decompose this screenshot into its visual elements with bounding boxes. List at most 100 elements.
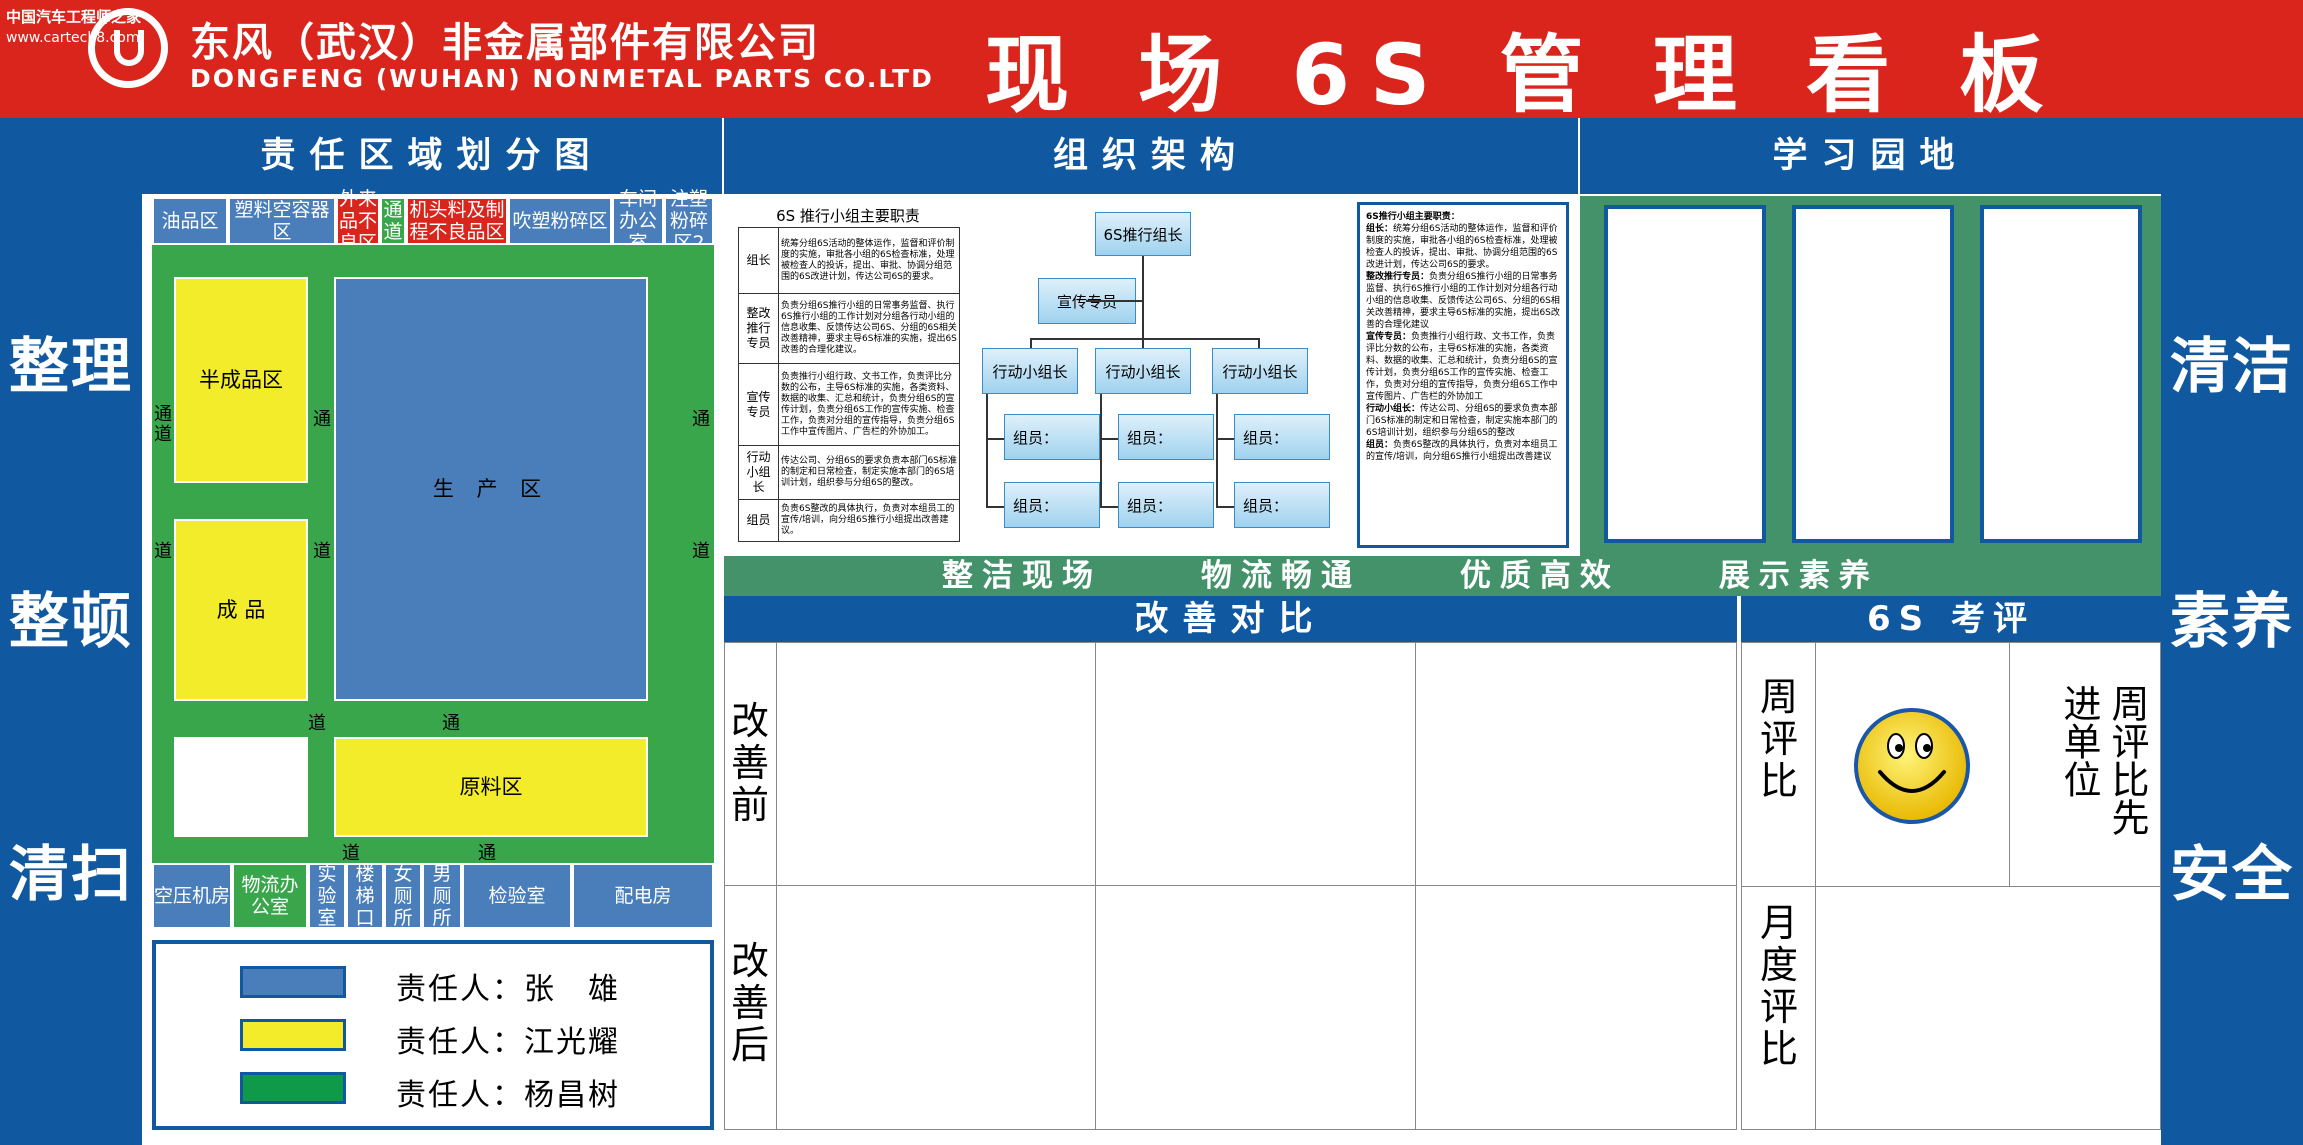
duty-text-para: 整改推行专员：负责分组6S推行小组的日常事务监督、执行6S推行小组的工作计划对分… bbox=[1366, 271, 1560, 331]
left-side-bar: 整理 整顿 清扫 bbox=[0, 118, 142, 1145]
board-title: 现 场 6S 管 理 看 板 bbox=[985, 26, 2064, 124]
side-word-seiri: 整理 bbox=[9, 332, 133, 402]
duty-text-role: 组长： bbox=[1366, 224, 1394, 234]
side-word-seiton: 整顿 bbox=[9, 587, 133, 657]
right-side-bar: 清洁 素养 安全 bbox=[2161, 118, 2303, 1145]
aisle-label-mid-2: 道 bbox=[313, 541, 331, 562]
side-word-safety: 安全 bbox=[2170, 840, 2294, 910]
zone-inspection: 检验室 bbox=[462, 863, 572, 929]
org-action-leader-2: 行动小组长 bbox=[1095, 348, 1191, 394]
eval-weekly-label: 周评比 bbox=[1759, 675, 1798, 803]
section-title-eval: 6S 考评 bbox=[1741, 596, 2161, 642]
duty-text-para: 组员：负责6S整改的具体执行，负责对本组员工的宣传/培训，向分组6S推行小组提出… bbox=[1366, 439, 1560, 463]
org-action-leader-3: 行动小组长 bbox=[1212, 348, 1308, 394]
side-word-seiso: 清扫 bbox=[9, 840, 133, 910]
watermark-url: www.cartech8.com bbox=[6, 30, 140, 46]
section-title-study: 学习园地 bbox=[1580, 118, 2161, 194]
legend-swatch-blue bbox=[240, 966, 346, 998]
table-row: 宣传专员 负责推行小组行政、文书工作，负责评比分数的公布，主导6S标准的实施，各类… bbox=[738, 363, 960, 446]
company-name-cn: 东风（武汉）非金属部件有限公司 bbox=[190, 20, 820, 66]
org-line bbox=[1100, 438, 1118, 440]
table-row: 组员 负责6S整改的具体执行，负责对本组员工的宣传/培训，向分组6S推行小组提出改… bbox=[738, 499, 960, 542]
aisle-label-bottom-3: 道 bbox=[342, 843, 360, 864]
duty-desc: 传达公司、分组6S的要求负责本部门6S标准的制定和日常检查，制定实施本部门的6S… bbox=[778, 445, 960, 500]
org-line bbox=[1216, 506, 1234, 508]
zone-lab: 实验室 bbox=[308, 863, 346, 929]
duty-text-body: 负责推行小组行政、文书工作，负责评比分数的公布，主导6S标准的实施，各类资料、数… bbox=[1366, 332, 1558, 402]
study-panel-3 bbox=[1980, 205, 2142, 543]
improve-grid bbox=[724, 642, 1737, 1130]
eval-advanced-label: 周评比先进单位 bbox=[2057, 684, 2149, 836]
table-row: 组长 统筹分组6S活动的整体运作，监督和评价制度的实施，审批各小组的6S检查标准，… bbox=[738, 227, 960, 294]
zone-blank bbox=[174, 737, 308, 837]
improve-after-label: 改善后 bbox=[730, 939, 769, 1067]
duty-text-role: 宣传专员： bbox=[1366, 332, 1412, 342]
eval-monthly-label: 月度评比 bbox=[1759, 901, 1798, 1071]
zone-raw-material: 原料区 bbox=[334, 737, 648, 837]
duty-text-para: 宣传专员：负责推行小组行政、文书工作，负责评比分数的公布，主导6S标准的实施，各… bbox=[1366, 331, 1560, 403]
improve-before-label: 改善前 bbox=[730, 699, 769, 827]
org-line bbox=[1258, 338, 1260, 348]
org-member-box: 组员： bbox=[1004, 414, 1100, 460]
duty-text-role: 整改推行专员： bbox=[1366, 272, 1430, 282]
duty-desc: 负责分组6S推行小组的日常事务监督、执行6S推行小组的工作计划对分组各行动小组的… bbox=[778, 293, 960, 364]
zone-oil: 油品区 bbox=[152, 197, 228, 245]
duty-text-body: 统筹分组6S活动的整体运作，监督和评价制度的实施，审批各小组的6S检查标准，处理… bbox=[1366, 224, 1558, 270]
org-line bbox=[1142, 338, 1144, 348]
org-line bbox=[986, 506, 1004, 508]
duty-text-panel: 6S推行小组主要职责： 组长：统筹分组6S活动的整体运作，监督和评价制度的实施，… bbox=[1357, 202, 1569, 548]
zone-air-compressor: 空压机房 bbox=[152, 863, 232, 929]
duty-table-title: 6S 推行小组主要职责 bbox=[776, 207, 920, 225]
duty-desc: 负责6S整改的具体执行，负责对本组员工的宣传/培训，向分组6S推行小组提出改善建… bbox=[778, 499, 960, 542]
org-leader-box: 6S推行组长 bbox=[1095, 212, 1191, 256]
aisle-label-bottom-1: 道 bbox=[308, 713, 326, 734]
duty-text-title: 6S推行小组主要职责： bbox=[1366, 212, 1460, 222]
aisle-label-right-1: 通 bbox=[692, 409, 710, 430]
grid-line bbox=[1415, 642, 1416, 1130]
org-action-leader-1: 行动小组长 bbox=[982, 348, 1078, 394]
zone-injection-crush: 注塑粉碎区2 bbox=[664, 188, 714, 254]
aisle-label-bottom-2: 通 bbox=[442, 713, 460, 734]
duty-role: 宣传专员 bbox=[738, 363, 779, 446]
zone-external-defect: 外来品不良区 bbox=[336, 188, 380, 254]
zone-logistics-office: 物流办公室 bbox=[232, 863, 308, 929]
org-member-box: 组员： bbox=[1004, 482, 1100, 528]
grid-line bbox=[776, 642, 777, 1130]
legend-text-1: 责任人：张 雄 bbox=[396, 972, 620, 1007]
org-line bbox=[1100, 394, 1102, 506]
table-row: 行动小组长 传达公司、分组6S的要求负责本部门6S标准的制定和日常检查，制定实施本… bbox=[738, 445, 960, 500]
section-title-zones: 责任区域划分图 bbox=[142, 118, 722, 194]
slogan-bar: 整洁现场 物流畅通 优质高效 展示素养 bbox=[724, 556, 2161, 596]
duty-text-role: 行动小组长： bbox=[1366, 404, 1421, 414]
org-line bbox=[1030, 338, 1260, 340]
grid-line bbox=[1741, 886, 2161, 887]
duty-role: 行动小组长 bbox=[738, 445, 779, 500]
org-member-box: 组员： bbox=[1118, 482, 1214, 528]
zone-aisle-top: 通道 bbox=[380, 197, 406, 245]
duty-role: 整改推行专员 bbox=[738, 293, 779, 364]
org-line bbox=[1100, 506, 1118, 508]
grid-line bbox=[2009, 642, 2010, 887]
org-line bbox=[1086, 300, 1142, 302]
side-word-shitsuke: 素养 bbox=[2170, 587, 2294, 657]
zone-power-room: 配电房 bbox=[572, 863, 714, 929]
zone-workshop-office: 车间办公室 bbox=[612, 188, 664, 254]
study-panel-1 bbox=[1604, 205, 1766, 543]
watermark-text: 中国汽车工程师之家 bbox=[6, 8, 142, 26]
zone-female-restroom: 女厕所 bbox=[384, 863, 422, 929]
zone-finished: 成 品 bbox=[174, 519, 308, 701]
org-member-box: 组员： bbox=[1118, 414, 1214, 460]
study-panel-2 bbox=[1792, 205, 1954, 543]
aisle-label-left-2: 道 bbox=[154, 541, 172, 562]
legend-swatch-green bbox=[240, 1072, 346, 1104]
duty-text-role: 组员： bbox=[1366, 440, 1394, 450]
zone-map: 油品区 塑料空容器区 外来品不良区 通道 机头料及制程不良品区 吹塑粉碎区 车间… bbox=[152, 188, 714, 929]
org-member-box: 组员： bbox=[1234, 482, 1330, 528]
zone-male-restroom: 男厕所 bbox=[422, 863, 462, 929]
aisle-label-left-1: 通道 bbox=[154, 404, 172, 445]
zone-semi-finished: 半成品区 bbox=[174, 277, 308, 483]
legend-swatch-yellow bbox=[240, 1019, 346, 1051]
duty-role: 组员 bbox=[738, 499, 779, 542]
duty-desc: 负责推行小组行政、文书工作，负责评比分数的公布，主导6S标准的实施，各类资料、数… bbox=[778, 363, 960, 446]
duty-desc: 统筹分组6S活动的整体运作，监督和评价制度的实施，审批各小组的6S检查标准，处理… bbox=[778, 227, 960, 294]
